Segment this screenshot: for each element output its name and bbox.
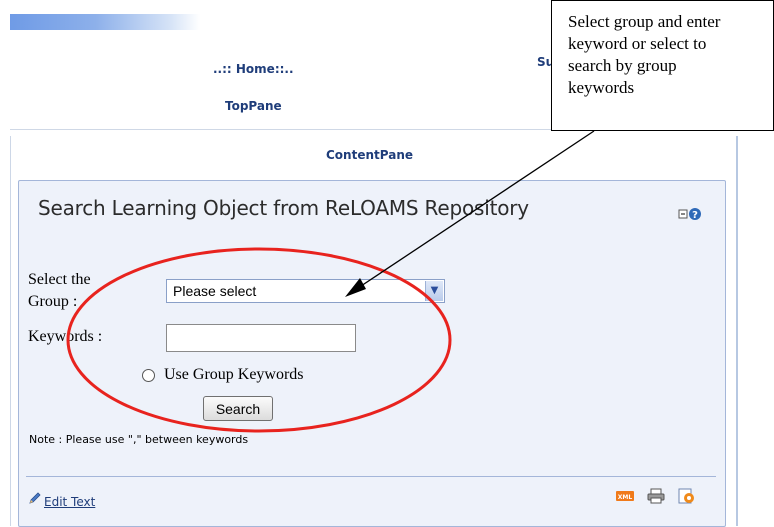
annotation-callout: Select group and enter keyword or select… — [551, 0, 774, 131]
callout-line-1: Select group and enter — [568, 12, 721, 31]
callout-line-4: keywords — [568, 78, 635, 97]
annotation-ellipse — [66, 247, 452, 433]
callout-line-2: keyword or select to — [568, 34, 707, 53]
callout-line-3: search by group — [568, 56, 677, 75]
annotation-arrow-line — [351, 130, 595, 293]
annotation-arrow-head — [345, 278, 366, 297]
